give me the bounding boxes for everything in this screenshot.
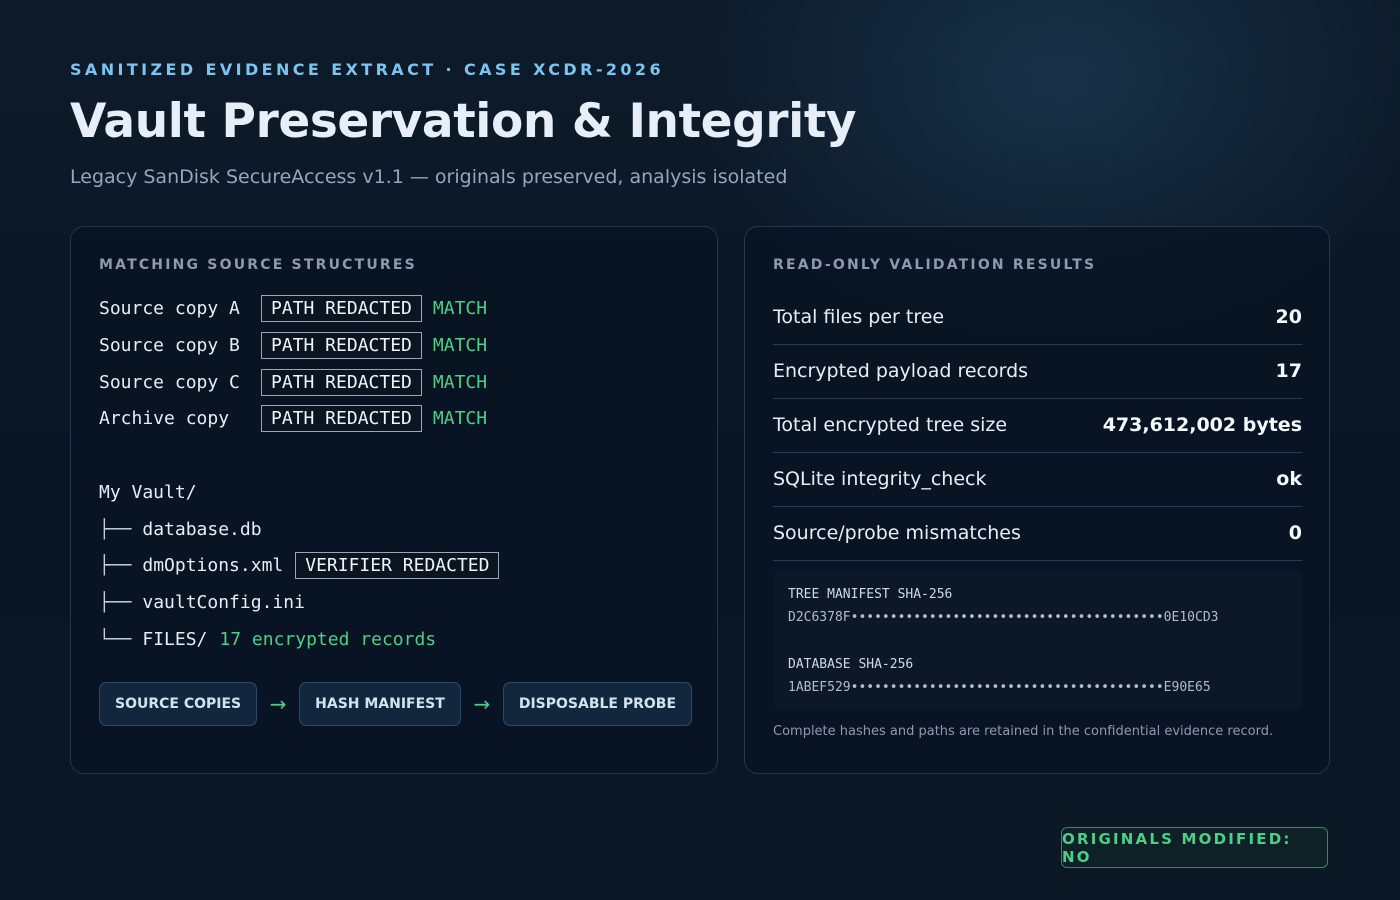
- tree-item-files: └── FILES/ 17 encrypted records: [99, 624, 436, 654]
- redacted-path: PATH REDACTED: [261, 368, 422, 396]
- result-row: Source/probe mismatches 0: [773, 506, 1302, 561]
- tree-item-name: FILES/: [142, 628, 208, 650]
- hash-value: D2C6378F••••••••••••••••••••••••••••••••…: [788, 610, 1219, 625]
- tree-root-label: My Vault/: [99, 481, 197, 503]
- source-structures-panel: MATCHING SOURCE STRUCTURES Source copy A…: [70, 226, 718, 774]
- result-value: 20: [1275, 306, 1302, 328]
- result-label: Encrypted payload records: [773, 360, 1029, 382]
- arrow-right-icon: →: [269, 692, 287, 716]
- hash-value: 1ABEF529••••••••••••••••••••••••••••••••…: [788, 680, 1211, 695]
- tree-item-name: vaultConfig.ini: [142, 591, 305, 613]
- tree-branch-glyph: ├──: [99, 518, 132, 540]
- tree-item-name: dmOptions.xml: [142, 554, 284, 576]
- result-row: SQLite integrity_check ok: [773, 452, 1302, 507]
- result-label: SQLite integrity_check: [773, 468, 987, 490]
- disposable-probe-button[interactable]: DISPOSABLE PROBE: [502, 682, 693, 726]
- redacted-path: PATH REDACTED: [261, 331, 422, 359]
- source-label: Source copy C: [99, 371, 240, 393]
- result-label: Total encrypted tree size: [773, 414, 1008, 436]
- originals-modified-badge: ORIGINALS MODIFIED: NO: [1061, 827, 1328, 868]
- hash-manifest-button[interactable]: HASH MANIFEST: [299, 682, 461, 726]
- tree-item-database: ├── database.db: [99, 514, 262, 544]
- tree-item-vaultconfig: ├── vaultConfig.ini: [99, 587, 305, 617]
- result-value: 17: [1275, 360, 1302, 382]
- arrow-right-icon: →: [473, 692, 491, 716]
- source-copies-button[interactable]: SOURCE COPIES: [99, 682, 258, 726]
- redacted-path: PATH REDACTED: [261, 404, 422, 432]
- validation-results-panel: READ-ONLY VALIDATION RESULTS Total files…: [744, 226, 1330, 774]
- tree-branch-glyph: └──: [99, 628, 132, 650]
- redacted-path: PATH REDACTED: [261, 294, 422, 322]
- tree-item-name: database.db: [142, 518, 262, 540]
- evidence-kicker: SANITIZED EVIDENCE EXTRACT · CASE XCDR-2…: [70, 60, 664, 79]
- source-structures-heading: MATCHING SOURCE STRUCTURES: [99, 257, 417, 273]
- tree-branch-glyph: ├──: [99, 591, 132, 613]
- encrypted-records-note: 17 encrypted records: [219, 628, 437, 650]
- tree-branch-glyph: ├──: [99, 554, 132, 576]
- match-status: MATCH: [432, 334, 488, 356]
- hash-label: DATABASE SHA-256: [788, 657, 914, 672]
- source-row-c: Source copy C PATH REDACTED MATCH: [99, 367, 487, 397]
- result-label: Source/probe mismatches: [773, 522, 1021, 544]
- result-row: Total encrypted tree size 473,612,002 by…: [773, 398, 1302, 453]
- page-subtitle: Legacy SanDisk SecureAccess v1.1 — origi…: [70, 166, 788, 188]
- redacted-verifier: VERIFIER REDACTED: [295, 551, 500, 579]
- source-label: Archive copy: [99, 407, 230, 429]
- hash-label: TREE MANIFEST SHA-256: [788, 587, 953, 602]
- page-title: Vault Preservation & Integrity: [70, 94, 857, 149]
- source-label: Source copy B: [99, 334, 240, 356]
- source-row-b: Source copy B PATH REDACTED MATCH: [99, 330, 487, 360]
- validation-results-heading: READ-ONLY VALIDATION RESULTS: [773, 257, 1097, 273]
- source-row-archive: Archive copy PATH REDACTED MATCH: [99, 403, 487, 433]
- source-row-a: Source copy A PATH REDACTED MATCH: [99, 293, 487, 323]
- match-status: MATCH: [432, 371, 488, 393]
- result-row: Encrypted payload records 17: [773, 344, 1302, 399]
- result-row: Total files per tree 20: [773, 290, 1302, 345]
- match-status: MATCH: [432, 297, 488, 319]
- result-label: Total files per tree: [773, 306, 945, 328]
- result-value: 0: [1288, 522, 1302, 544]
- process-flow: SOURCE COPIES → HASH MANIFEST → DISPOSAB…: [99, 682, 693, 726]
- source-label: Source copy A: [99, 297, 240, 319]
- result-value: ok: [1276, 468, 1302, 490]
- hash-box: TREE MANIFEST SHA-256 D2C6378F••••••••••…: [773, 571, 1302, 709]
- tree-root: My Vault/: [99, 477, 197, 507]
- confidentiality-footnote: Complete hashes and paths are retained i…: [773, 724, 1274, 739]
- match-status: MATCH: [432, 407, 488, 429]
- result-value: 473,612,002 bytes: [1102, 414, 1302, 436]
- tree-item-dmoptions: ├── dmOptions.xml VERIFIER REDACTED: [99, 550, 500, 580]
